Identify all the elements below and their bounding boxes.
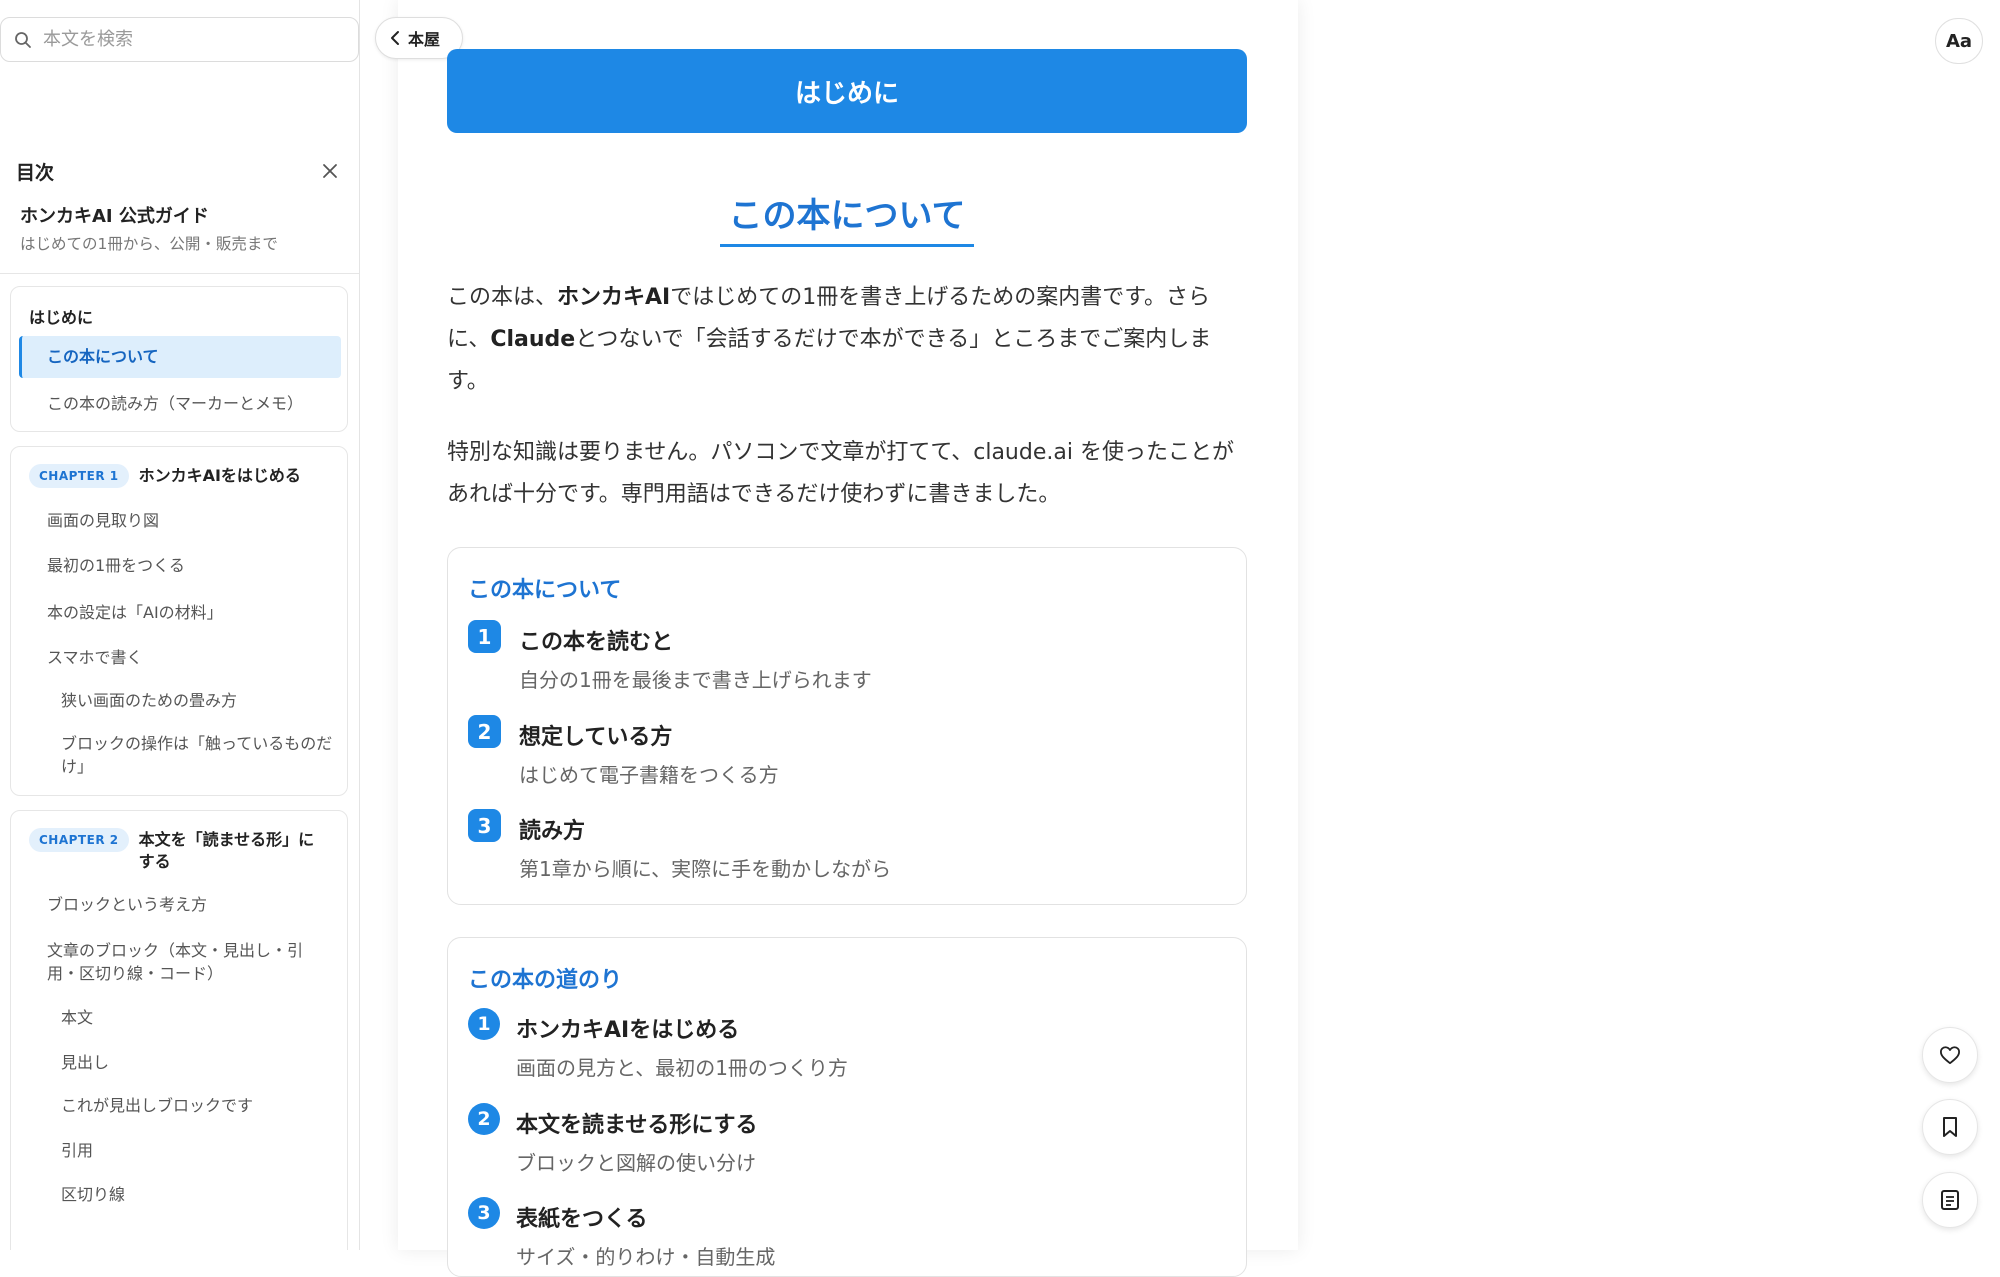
toc-subitem[interactable]: 狭い画面のための畳み方 (61, 689, 237, 712)
divider (0, 273, 359, 274)
number-badge: 3 (468, 809, 501, 842)
toc-item[interactable]: ブロックという考え方 (47, 893, 207, 916)
chapter-title: ホンカキAIをはじめる (138, 466, 301, 485)
toc-item[interactable]: 最初の1冊をつくる (47, 554, 185, 577)
toc-subitem[interactable]: 見出し (61, 1051, 109, 1074)
toc-item[interactable]: 文章のブロック（本文・見出し・引用・区切り線・コード） (47, 939, 317, 985)
close-icon (323, 164, 337, 178)
number-circle: 2 (468, 1103, 500, 1135)
book-roadmap-card: この本の道のり 1 ホンカキAIをはじめる 画面の見方と、最初の1冊のつくり方 … (447, 937, 1247, 1277)
chevron-left-icon (391, 31, 399, 45)
item-description: 第1章から順に、実際に手を動かしながら (519, 857, 892, 881)
chapter-banner: はじめに (447, 49, 1247, 133)
toc-title: 目次 (16, 161, 55, 184)
chapter-badge: CHAPTER 2 (29, 828, 129, 852)
toc-item[interactable]: スマホで書く (47, 646, 143, 669)
item-title: 読み方 (519, 819, 586, 844)
toc-section-chapter-2: CHAPTER 2 本文を「読ませる形」にする ブロックという考え方 文章のブロ… (10, 810, 348, 1250)
toc-subitem[interactable]: これが見出しブロックです (61, 1094, 253, 1117)
chapter-2-header[interactable]: CHAPTER 2 本文を「読ませる形」にする (29, 828, 329, 873)
item-description: 画面の見方と、最初の1冊のつくり方 (516, 1056, 848, 1080)
search-box[interactable] (0, 17, 359, 62)
toc-section-heading[interactable]: はじめに (29, 304, 93, 328)
back-label: 本屋 (408, 30, 441, 49)
section-title-underline (720, 244, 974, 247)
toc-subitem[interactable]: 本文 (61, 1006, 93, 1029)
book-subtitle: はじめての1冊から、公開・販売まで (20, 235, 278, 253)
chapter-badge: CHAPTER 1 (29, 464, 129, 488)
favorite-button[interactable] (1922, 1027, 1978, 1083)
toc-section-chapter-1: CHAPTER 1 ホンカキAIをはじめる 画面の見取り図 最初の1冊をつくる … (10, 446, 348, 796)
number-badge: 1 (468, 620, 501, 653)
toc-subitem[interactable]: 引用 (61, 1139, 93, 1162)
notes-icon (1941, 1190, 1959, 1210)
item-title: 想定している方 (519, 725, 673, 750)
notes-button[interactable] (1922, 1172, 1978, 1228)
item-title: 本文を読ませる形にする (516, 1113, 758, 1138)
font-settings-button[interactable]: Aa (1935, 18, 1983, 64)
number-badge: 2 (468, 715, 501, 748)
body-paragraph-2: 特別な知識は要りません。パソコンで文章が打てて、claude.ai を使ったこと… (447, 440, 1234, 507)
about-book-card: この本について 1 この本を読むと 自分の1冊を最後まで書き上げられます 2 想… (447, 547, 1247, 905)
bookmark-icon (1943, 1117, 1957, 1137)
item-title: 表紙をつくる (516, 1207, 648, 1232)
body-paragraph-1: この本は、ホンカキAIではじめての1冊を書き上げるための案内書です。さらに、Cl… (447, 285, 1212, 394)
chapter-1-header[interactable]: CHAPTER 1 ホンカキAIをはじめる (29, 464, 301, 488)
item-description: サイズ・的りわけ・自動生成 (516, 1245, 776, 1269)
card-title: この本の道のり (468, 968, 623, 993)
number-circle: 3 (468, 1197, 500, 1229)
close-toc-button[interactable] (318, 159, 342, 183)
toc-section-intro: はじめに この本について この本の読み方（マーカーとメモ） (10, 286, 348, 432)
toc-item-how-to-read[interactable]: この本の読み方（マーカーとメモ） (47, 392, 303, 415)
toc-subitem[interactable]: ブロックの操作は「触っているものだけ」 (61, 732, 333, 778)
item-description: はじめて電子書籍をつくる方 (519, 763, 779, 787)
heart-icon (1939, 1046, 1960, 1065)
toc-sidebar: 目次 ホンカキAI 公式ガイド はじめての1冊から、公開・販売まで はじめに こ… (0, 0, 360, 1250)
number-circle: 1 (468, 1008, 500, 1040)
toc-subitem[interactable]: 区切り線 (61, 1183, 125, 1206)
card-title: この本について (468, 578, 622, 603)
chapter-title: 本文を「読ませる形」にする (138, 830, 315, 871)
bookmark-button[interactable] (1922, 1099, 1978, 1155)
toc-item[interactable]: 本の設定は「AIの材料」 (47, 601, 223, 624)
item-title: この本を読むと (519, 630, 674, 655)
search-icon (15, 31, 31, 48)
search-input[interactable] (43, 29, 333, 50)
section-title: この本について (728, 196, 966, 236)
toc-header: 目次 (16, 156, 342, 186)
book-title: ホンカキAI 公式ガイド (20, 206, 209, 227)
item-description: ブロックと図解の使い分け (516, 1151, 756, 1175)
item-description: 自分の1冊を最後まで書き上げられます (519, 668, 872, 692)
toc-item-about-this-book[interactable]: この本について (19, 336, 341, 378)
toc-item[interactable]: 画面の見取り図 (47, 509, 159, 532)
item-title: ホンカキAIをはじめる (516, 1018, 740, 1043)
